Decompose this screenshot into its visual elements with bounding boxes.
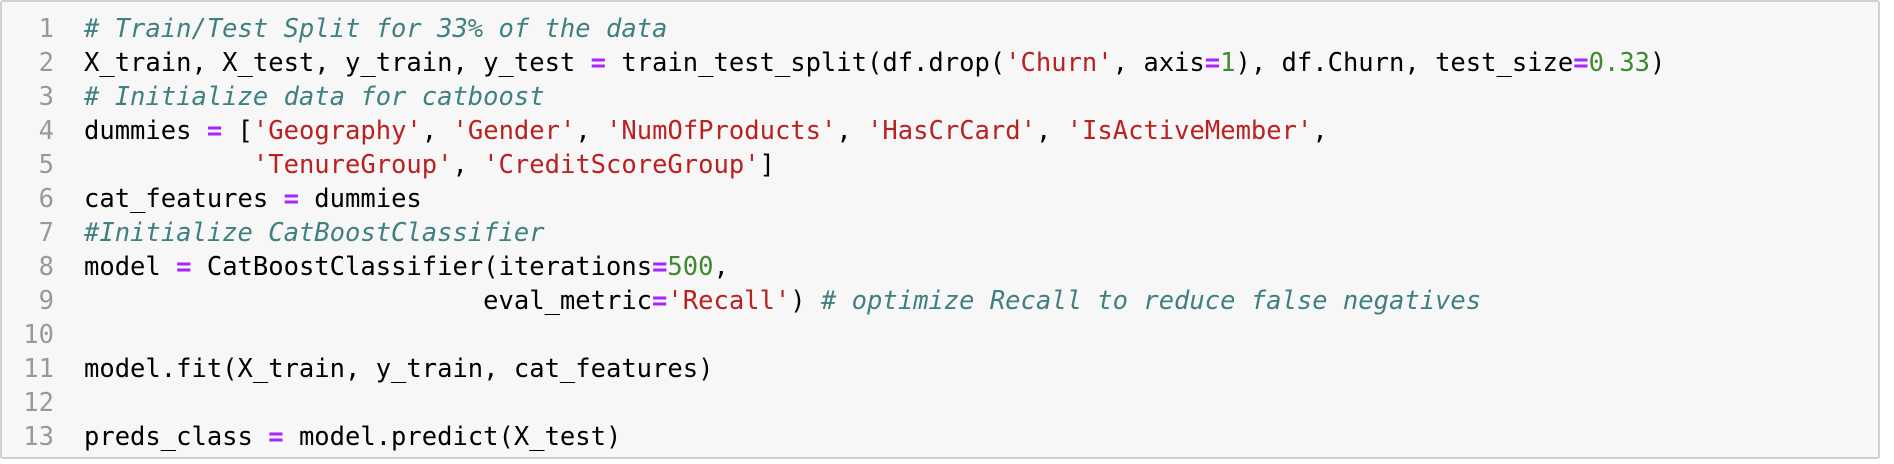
operator-token: = [206, 116, 223, 146]
number-token: 500 [667, 252, 714, 282]
operator-token: = [1204, 48, 1221, 78]
comment-token: # optimize Recall to reduce false negati… [820, 286, 1482, 316]
operator-token: = [590, 48, 606, 78]
code-editor[interactable]: 1 # Train/Test Split for 33% of the data 2… [2, 12, 1878, 454]
line-number: 5 [38, 150, 54, 180]
line-code: X_train, X_test, y_train, y_test = train… [84, 46, 1665, 80]
string-token: 'Churn' [1005, 48, 1113, 78]
code-line[interactable]: 4 dummies = ['Geography', 'Gender', 'NumO… [2, 114, 1878, 148]
code-line[interactable]: 7 #Initialize CatBoostClassifier [2, 216, 1878, 250]
operator-token: = [1573, 48, 1589, 78]
code-token: , axis [1112, 48, 1205, 78]
code-token: [ [222, 116, 253, 146]
code-token: ) [1650, 48, 1666, 78]
code-cell[interactable]: 1 # Train/Test Split for 33% of the data 2… [0, 0, 1880, 459]
line-code: 'TenureGroup', 'CreditScoreGroup'] [84, 148, 775, 182]
code-line[interactable]: 12 [2, 386, 1878, 420]
string-token: 'Geography' [252, 116, 422, 146]
code-token: , [1035, 116, 1067, 146]
string-token: 'HasCrCard' [867, 116, 1036, 146]
operator-token: = [268, 422, 284, 452]
line-number: 10 [23, 320, 54, 350]
code-token: , [575, 116, 607, 146]
line-code: eval_metric='Recall') # optimize Recall … [84, 284, 1481, 318]
line-number: 2 [38, 48, 54, 78]
line-code: cat_features = dummies [84, 182, 422, 216]
comment-token: # Train/Test Split for 33% of the data [84, 14, 668, 44]
code-line[interactable]: 13 preds_class = model.predict(X_test) [2, 420, 1878, 454]
code-token: dummies [298, 184, 422, 214]
line-number: 3 [38, 82, 54, 112]
code-token: ), df.Churn, test_size [1235, 48, 1574, 78]
code-line[interactable]: 3 # Initialize data for catboost [2, 80, 1878, 114]
operator-token: = [652, 252, 668, 282]
code-line[interactable]: 6 cat_features = dummies [2, 182, 1878, 216]
operator-token: = [176, 252, 192, 282]
line-code: dummies = ['Geography', 'Gender', 'NumOf… [84, 114, 1328, 148]
string-token: 'Recall' [667, 286, 791, 316]
code-token: eval_metric [84, 286, 653, 316]
code-token: , [1312, 116, 1328, 146]
line-number: 6 [38, 184, 54, 214]
string-token: 'Gender' [452, 116, 576, 146]
string-token: 'CreditScoreGroup' [483, 150, 760, 180]
code-token: preds_class [84, 422, 269, 452]
code-token: ] [759, 150, 775, 180]
line-number: 11 [23, 354, 54, 384]
line-number: 9 [38, 286, 54, 316]
operator-token: = [283, 184, 299, 214]
code-line[interactable]: 8 model = CatBoostClassifier(iterations=5… [2, 250, 1878, 284]
line-number: 12 [23, 388, 54, 418]
code-token: model.predict(X_test) [283, 422, 622, 452]
code-token: ) [790, 286, 821, 316]
comment-token: #Initialize CatBoostClassifier [84, 218, 545, 248]
code-line[interactable]: 11 model.fit(X_train, y_train, cat_featur… [2, 352, 1878, 386]
line-code: model.fit(X_train, y_train, cat_features… [84, 352, 713, 386]
line-code: model = CatBoostClassifier(iterations=50… [84, 250, 729, 284]
code-token: , [713, 252, 729, 282]
line-number: 4 [38, 116, 54, 146]
code-token: model.fit(X_train, y_train, cat_features… [84, 354, 714, 384]
code-token: CatBoostClassifier(iterations [191, 252, 653, 282]
code-line[interactable]: 9 eval_metric='Recall') # optimize Recal… [2, 284, 1878, 318]
code-line[interactable]: 2 X_train, X_test, y_train, y_test = trai… [2, 46, 1878, 80]
code-token: , [421, 116, 453, 146]
code-token: , [836, 116, 868, 146]
line-code: #Initialize CatBoostClassifier [84, 216, 545, 250]
line-number: 13 [23, 422, 54, 452]
code-token: cat_features [84, 184, 284, 214]
line-code: preds_class = model.predict(X_test) [84, 420, 621, 454]
number-token: 1 [1220, 48, 1236, 78]
code-token: train_test_split(df.drop( [606, 48, 1006, 78]
comment-token: # Initialize data for catboost [84, 82, 545, 112]
code-token: X_train, X_test, y_train, y_test [84, 48, 591, 78]
line-code: # Train/Test Split for 33% of the data [84, 12, 667, 46]
string-token: 'TenureGroup' [252, 150, 453, 180]
line-number: 1 [38, 14, 54, 44]
line-code: # Initialize data for catboost [84, 80, 545, 114]
string-token: 'NumOfProducts' [606, 116, 837, 146]
code-line[interactable]: 10 [2, 318, 1878, 352]
line-number: 8 [38, 252, 54, 282]
operator-token: = [652, 286, 668, 316]
code-line[interactable]: 1 # Train/Test Split for 33% of the data [2, 12, 1878, 46]
code-token: model [84, 252, 177, 282]
line-number: 7 [38, 218, 54, 248]
code-token: dummies [84, 116, 207, 146]
code-token: , [452, 150, 484, 180]
string-token: 'IsActiveMember' [1066, 116, 1313, 146]
number-token: 0.33 [1588, 48, 1651, 78]
code-line[interactable]: 5 'TenureGroup', 'CreditScoreGroup'] [2, 148, 1878, 182]
